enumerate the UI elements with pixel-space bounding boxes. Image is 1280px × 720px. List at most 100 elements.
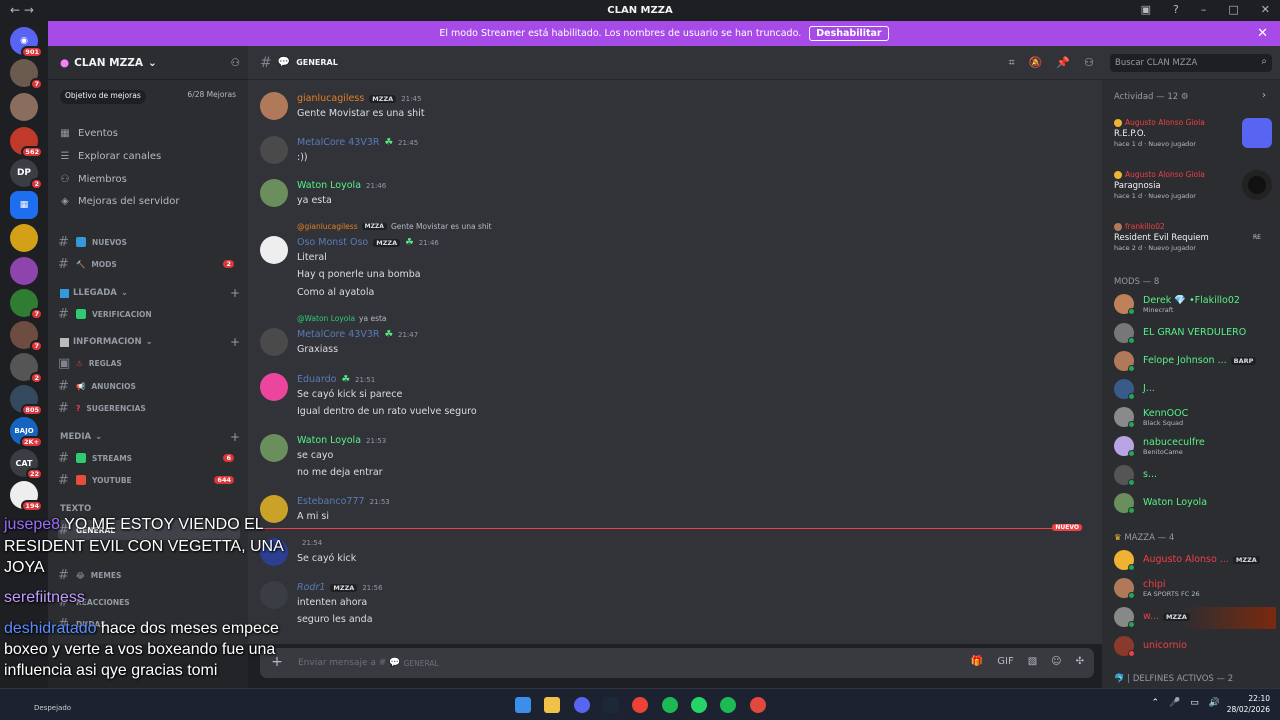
chrome-icon[interactable]: [632, 697, 648, 713]
server-icon[interactable]: ▦: [10, 191, 38, 219]
category-llegada[interactable]: LLEGADA ⌄ +: [60, 286, 240, 300]
server-icon[interactable]: DP 2: [10, 159, 43, 190]
direct-messages-icon[interactable]: ◉ 901: [10, 27, 43, 58]
channel-reacciones[interactable]: # REACCIONES: [58, 592, 240, 612]
member-item[interactable]: s...: [1114, 465, 1276, 487]
right-header: Buscar CLAN MZZA ⌕: [1102, 46, 1280, 80]
whatsapp-icon[interactable]: [691, 697, 707, 713]
server-icon[interactable]: [10, 257, 38, 285]
server-icon[interactable]: 7: [10, 289, 43, 320]
activity-card[interactable]: Augusto Alonso Giola Paragnosia hace 1 d…: [1114, 170, 1274, 200]
member-item[interactable]: KennOOC Black Squad: [1114, 407, 1276, 429]
disable-streamer-button[interactable]: Deshabilitar: [809, 26, 889, 41]
discord-icon[interactable]: [574, 697, 590, 713]
avatar[interactable]: [260, 434, 288, 462]
member-item[interactable]: EL GRAN VERDULERO: [1114, 323, 1276, 345]
channel-streams[interactable]: # STREAMS 6: [58, 448, 240, 468]
chevron-right-icon[interactable]: ›: [1262, 90, 1266, 101]
member-item[interactable]: Derek 💎 •Flakillo02 Minecraft: [1114, 294, 1276, 316]
help-icon[interactable]: ?: [1173, 3, 1179, 16]
server-icon[interactable]: [10, 93, 38, 121]
server-icon[interactable]: BAJO 2K+: [10, 417, 43, 448]
threads-icon[interactable]: ⌗: [1009, 56, 1015, 70]
system-tray[interactable]: ⌃ 🎤 ▭ 🔊: [1152, 698, 1221, 708]
emoji-icon[interactable]: ☺: [1051, 656, 1061, 667]
server-icon[interactable]: CAT 22: [10, 449, 43, 480]
member-item[interactable]: nabuceculfre BenitoCame: [1114, 436, 1276, 458]
close-window-button[interactable]: ✕: [1261, 3, 1270, 16]
member-list-icon[interactable]: ⚇: [1084, 56, 1094, 70]
clock[interactable]: 22:10 28/02/2026: [1227, 693, 1270, 715]
category-media[interactable]: MEDIA ⌄ +: [60, 430, 240, 444]
channel-sugerencias[interactable]: #? SUGERENCIAS: [58, 398, 240, 418]
reply-preview[interactable]: @Waton Loyola ya esta: [297, 314, 387, 323]
mute-icon[interactable]: 🔕: [1029, 56, 1043, 70]
minimize-button[interactable]: –: [1201, 3, 1207, 16]
server-icon[interactable]: 194: [10, 481, 43, 512]
channel-nuevos[interactable]: # NUEVOS: [58, 232, 240, 252]
nav-members[interactable]: ⚇ Miembros: [60, 174, 127, 185]
avatar[interactable]: [260, 495, 288, 523]
server-icon[interactable]: 805: [10, 385, 43, 416]
channel-dudas[interactable]: # DUDAS: [58, 614, 240, 634]
gif-icon[interactable]: GIF: [997, 656, 1013, 667]
add-member-icon[interactable]: ⚇: [231, 57, 240, 69]
close-banner-icon[interactable]: ✕: [1257, 26, 1268, 41]
avatar[interactable]: [260, 92, 288, 120]
nav-server-boost[interactable]: ◈ Mejoras del servidor: [60, 196, 179, 207]
category-informacion[interactable]: INFORMACION ⌄ +: [60, 335, 240, 349]
channel-reglas[interactable]: ▣ ⚠ REGLAS: [58, 353, 240, 373]
start-icon[interactable]: [515, 697, 531, 713]
pin-icon[interactable]: 📌: [1056, 56, 1070, 70]
upload-plus-icon[interactable]: +: [268, 653, 286, 671]
avatar[interactable]: [260, 179, 288, 207]
message-composer[interactable]: + Enviar mensaje a # 💬 GENERAL 🎁 GIF ▧ ☺…: [260, 648, 1094, 678]
avatar[interactable]: [260, 538, 288, 566]
apps-icon[interactable]: ✣: [1076, 656, 1084, 667]
member-item[interactable]: chipi EA SPORTS FC 26: [1114, 578, 1276, 600]
server-icon[interactable]: 2: [10, 353, 43, 384]
activity-card[interactable]: frankillo02 Resident Evil Requiem hace 2…: [1114, 222, 1274, 252]
maximize-button[interactable]: □: [1228, 3, 1238, 16]
server-icon[interactable]: 562: [10, 127, 43, 158]
gift-icon[interactable]: 🎁: [971, 656, 983, 667]
avatar[interactable]: [260, 373, 288, 401]
channel-anuncios[interactable]: # 📢 ANUNCIOS: [58, 376, 240, 396]
sticker-icon[interactable]: ▧: [1028, 656, 1037, 667]
inbox-icon[interactable]: ▣: [1141, 3, 1151, 16]
back-forward-arrows[interactable]: ← →: [10, 3, 34, 17]
channel-youtube[interactable]: # YOUTUBE 644: [58, 470, 240, 490]
boost-goal-progress: 6/28 Mejoras: [187, 90, 236, 99]
server-icon[interactable]: [10, 224, 38, 252]
member-item[interactable]: unicornio: [1114, 636, 1276, 658]
reply-preview[interactable]: @gianlucagiless MZZA Gente Movistar es una…: [297, 222, 492, 231]
spotify-icon[interactable]: [662, 697, 678, 713]
member-item[interactable]: Felope Johnson ... BARP: [1114, 351, 1276, 373]
nav-browse-channels[interactable]: ☰ Explorar canales: [60, 151, 162, 162]
member-item[interactable]: Augusto Alonso ... MZZA: [1114, 550, 1276, 572]
user-panel[interactable]: [48, 644, 248, 688]
nav-events[interactable]: ▦ Eventos: [60, 128, 118, 139]
member-item[interactable]: w... MZZA: [1114, 607, 1276, 629]
channel-mods[interactable]: # 🔨 MODS 2: [58, 254, 240, 274]
activity-card[interactable]: Augusto Alonso Giola R.E.P.O. hace 1 d ·…: [1114, 118, 1274, 148]
server-icon[interactable]: 7: [10, 321, 43, 352]
avatar[interactable]: [260, 581, 288, 609]
app-icon[interactable]: [750, 697, 766, 713]
server-header[interactable]: ● CLAN MZZA ⌄ ⚇: [48, 46, 248, 80]
channel-general[interactable]: # GENERAL: [58, 520, 240, 540]
category-texto[interactable]: TEXTO: [60, 504, 240, 514]
file-explorer-icon[interactable]: [544, 697, 560, 713]
member-item[interactable]: J...: [1114, 379, 1276, 401]
steam-icon[interactable]: [603, 697, 619, 713]
spotify-icon[interactable]: [720, 697, 736, 713]
avatar[interactable]: [260, 328, 288, 356]
avatar[interactable]: [260, 136, 288, 164]
server-icon[interactable]: 7: [10, 59, 43, 90]
member-item[interactable]: Waton Loyola: [1114, 493, 1276, 515]
search-input[interactable]: Buscar CLAN MZZA ⌕: [1110, 54, 1272, 72]
channel-memes[interactable]: # 😂 MEMES: [58, 565, 240, 585]
avatar[interactable]: [260, 236, 288, 264]
channel-verificacion[interactable]: # VERIFICACION: [58, 304, 240, 324]
boost-goal[interactable]: Objetivo de mejoras 6/28 Mejoras: [56, 90, 240, 104]
